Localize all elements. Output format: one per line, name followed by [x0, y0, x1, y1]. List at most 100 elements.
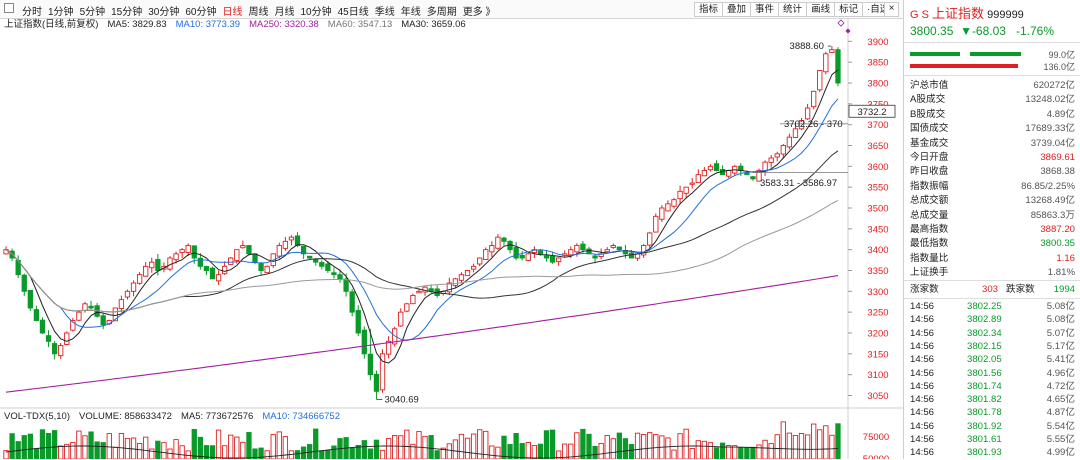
volume-bar	[428, 435, 434, 459]
sell-bar-label: 136.0亿	[1043, 62, 1075, 72]
candle-body	[155, 258, 161, 271]
candle-body	[792, 128, 799, 138]
volume-bar	[719, 442, 726, 459]
tick-row[interactable]: 14:56 3802.05 5.41亿	[910, 353, 1075, 366]
candle-body	[616, 246, 623, 251]
stat-row: 最高指数 3887.20	[910, 223, 1075, 236]
tick-volume: 4.87亿	[1046, 407, 1075, 419]
volume-bar	[738, 446, 744, 459]
volume-bar	[276, 431, 282, 459]
price-change: ▼-68.03	[960, 24, 1006, 38]
tick-price: 3802.34	[967, 327, 1002, 339]
volume-bar	[392, 435, 398, 459]
tick-price: 3801.78	[967, 407, 1002, 419]
volume-bar	[823, 425, 829, 459]
divider	[904, 280, 1080, 281]
tick-row[interactable]: 14:56 3802.34 5.07亿	[910, 327, 1075, 340]
stat-row: A股成交 13248.02亿	[910, 93, 1075, 106]
event-marker-icon	[837, 19, 845, 27]
candle-body	[45, 335, 52, 342]
candle-body	[786, 136, 793, 148]
candle-body	[543, 255, 550, 259]
candle-body	[39, 319, 46, 334]
vol-axis-label-2: 50000	[863, 454, 889, 459]
volume-bar	[270, 434, 276, 459]
volume-bar	[70, 442, 76, 459]
candle-body	[215, 274, 222, 282]
volume-bar	[33, 448, 40, 459]
tick-row[interactable]: 14:56 3801.74 4.72亿	[910, 380, 1075, 393]
tick-row[interactable]: 14:56 3801.61 5.55亿	[910, 433, 1075, 446]
candle-body	[628, 252, 635, 259]
candle-body	[361, 329, 367, 355]
volume-bar	[215, 429, 222, 459]
tick-price: 3801.74	[967, 380, 1002, 392]
range-label-1: 3702.26 - 370	[784, 119, 843, 130]
volume-bar	[768, 443, 774, 459]
candle-body	[246, 245, 252, 255]
stat-label: 总成交额	[910, 195, 949, 207]
volume-bar	[446, 443, 452, 459]
vol-axis-label: 75000	[863, 432, 889, 443]
axis-tick-label: 3550	[867, 183, 888, 194]
candle-body	[811, 90, 817, 108]
candle-body	[659, 207, 665, 220]
tick-volume: 5.07亿	[1046, 327, 1075, 339]
stat-row: 今日开盘 3869.61	[910, 151, 1075, 164]
volume-bar	[792, 434, 799, 459]
buy-bar	[910, 52, 961, 56]
candle-body	[768, 157, 774, 163]
volume-bar	[713, 447, 720, 459]
candle-body	[707, 165, 714, 171]
stat-label: 最高指数	[910, 224, 949, 235]
volume-bar	[149, 448, 155, 459]
stat-row: 总成交量 85863.3万	[910, 209, 1075, 222]
tick-row[interactable]: 14:56 3802.15 5.17亿	[910, 340, 1075, 353]
tick-row[interactable]: 14:56 3801.82 4.65亿	[910, 393, 1075, 406]
tick-row[interactable]: 14:56 3801.56 4.96亿	[910, 367, 1075, 380]
axis-tick-label: 3500	[867, 204, 888, 215]
axis-tick-label: 3300	[867, 287, 888, 298]
candle-body	[325, 263, 331, 271]
quote-header: G S 上证指数 999999	[910, 3, 1024, 22]
stat-value: 4.89亿	[1046, 108, 1075, 120]
kline-chart[interactable]: 3900385038003750370036503600355035003450…	[0, 0, 903, 459]
tick-row[interactable]: 14:56 3802.89 5.08亿	[910, 313, 1075, 326]
volume-bar	[416, 431, 422, 459]
tick-price: 3801.92	[967, 420, 1002, 432]
tick-row[interactable]: 14:56 3802.25 5.08亿	[910, 300, 1075, 313]
current-value-label: 3732.2	[857, 107, 886, 118]
breadth-row: 涨家数 303 跌家数 1994	[910, 284, 1075, 295]
volume-bar	[744, 447, 750, 459]
volume-bar	[106, 433, 112, 459]
volume-bar	[604, 435, 610, 459]
stat-row: 昨日收盘 3868.38	[910, 165, 1075, 178]
volume-bar	[477, 429, 483, 459]
volume-bar	[786, 432, 793, 459]
candle-body	[58, 345, 64, 357]
tick-row[interactable]: 14:56 3801.93 4.99亿	[910, 446, 1075, 459]
volume-bar	[45, 432, 52, 459]
volume-bar	[531, 445, 537, 459]
volume-bar	[835, 423, 841, 459]
candle-body	[695, 174, 701, 184]
candle-body	[331, 272, 337, 276]
axis-tick-label: 3250	[867, 308, 888, 319]
volume-bar	[647, 432, 653, 459]
candle-body	[470, 265, 477, 270]
candle-body	[355, 310, 361, 334]
stat-label: 指数量比	[910, 252, 949, 264]
tick-time: 14:56	[910, 420, 935, 432]
stat-label: 基金成交	[910, 137, 949, 149]
volume-bar	[470, 433, 477, 459]
candle-body	[713, 163, 720, 171]
tick-row[interactable]: 14:56 3801.78 4.87亿	[910, 406, 1075, 419]
stat-value: 3887.20	[1040, 224, 1075, 235]
candle-body	[130, 282, 137, 292]
tick-price: 3801.93	[967, 447, 1002, 459]
tick-row[interactable]: 14:56 3801.92 5.54亿	[910, 420, 1075, 433]
tick-price: 3801.56	[967, 367, 1002, 379]
candle-body	[276, 245, 282, 257]
stat-label: 总成交量	[910, 209, 949, 221]
candle-body	[780, 145, 786, 155]
